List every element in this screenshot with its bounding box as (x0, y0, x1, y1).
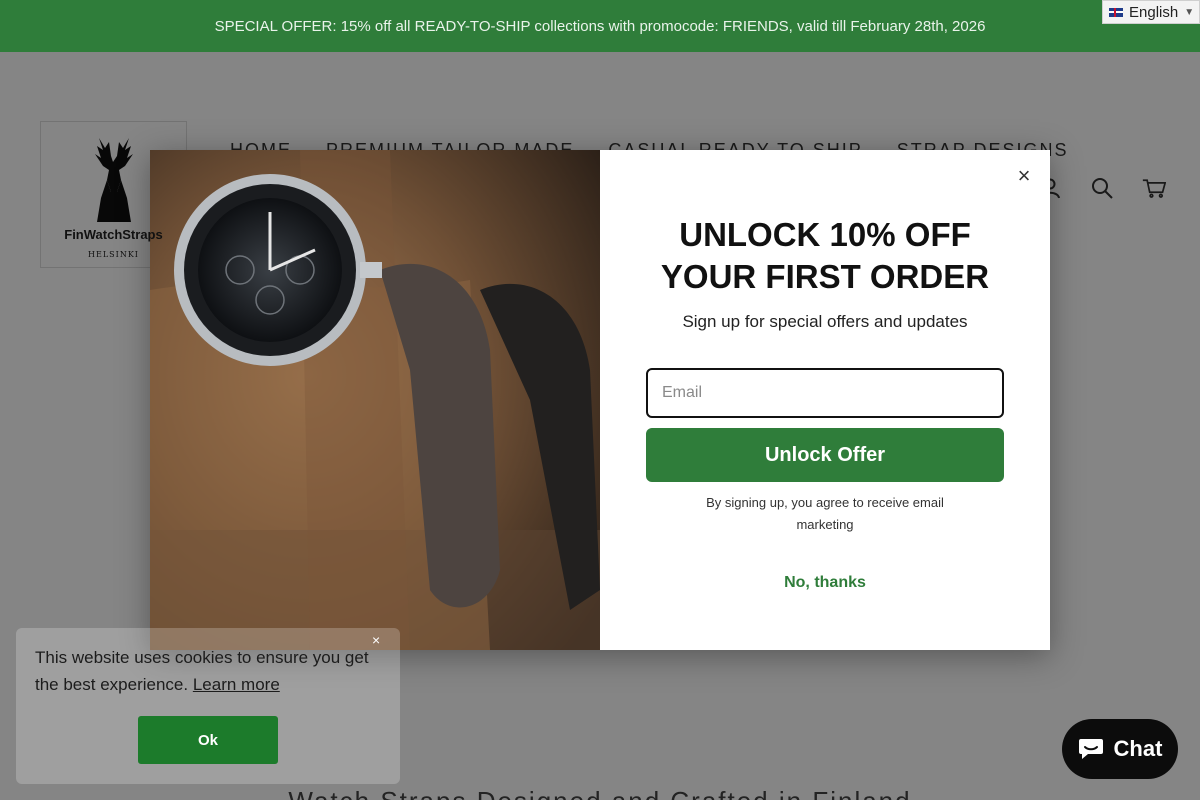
consent-text: By signing up, you agree to receive emai… (706, 495, 944, 532)
cookie-ok-button[interactable]: Ok (138, 716, 278, 764)
headline-line-1: UNLOCK 10% OFF (679, 216, 971, 253)
signup-form: × UNLOCK 10% OFF YOUR FIRST ORDER Sign u… (600, 150, 1050, 650)
popup-subhead: Sign up for special offers and updates (682, 312, 968, 331)
chevron-down-icon: ▼ (1184, 6, 1195, 18)
popup-headline: UNLOCK 10% OFF YOUR FIRST ORDER (600, 214, 1050, 298)
signup-popup: × UNLOCK 10% OFF YOUR FIRST ORDER Sign u… (150, 150, 1050, 650)
headline-line-2: YOUR FIRST ORDER (660, 258, 990, 295)
unlock-offer-button[interactable]: Unlock Offer (646, 428, 1004, 482)
close-icon[interactable]: × (1012, 163, 1036, 188)
watch-strap-photo (150, 150, 600, 650)
chat-button[interactable]: Chat (1062, 719, 1178, 779)
language-selector[interactable]: English ▼ (1102, 0, 1200, 24)
chat-bubble-icon (1078, 739, 1103, 759)
chat-label: Chat (1113, 736, 1163, 761)
language-label: English (1129, 3, 1179, 21)
announcement-bar: SPECIAL OFFER: 15% off all READY-TO-SHIP… (0, 0, 1200, 52)
learn-more-link[interactable]: Learn more (193, 675, 280, 694)
email-field[interactable] (646, 368, 1004, 418)
uk-flag-icon (1109, 7, 1123, 17)
cookie-message: This website uses cookies to ensure you … (35, 644, 375, 698)
logo-wordmark: FinWatchStraps (64, 227, 163, 242)
announcement-text: SPECIAL OFFER: 15% off all READY-TO-SHIP… (214, 17, 986, 35)
no-thanks-button[interactable]: No, thanks (600, 574, 1050, 592)
